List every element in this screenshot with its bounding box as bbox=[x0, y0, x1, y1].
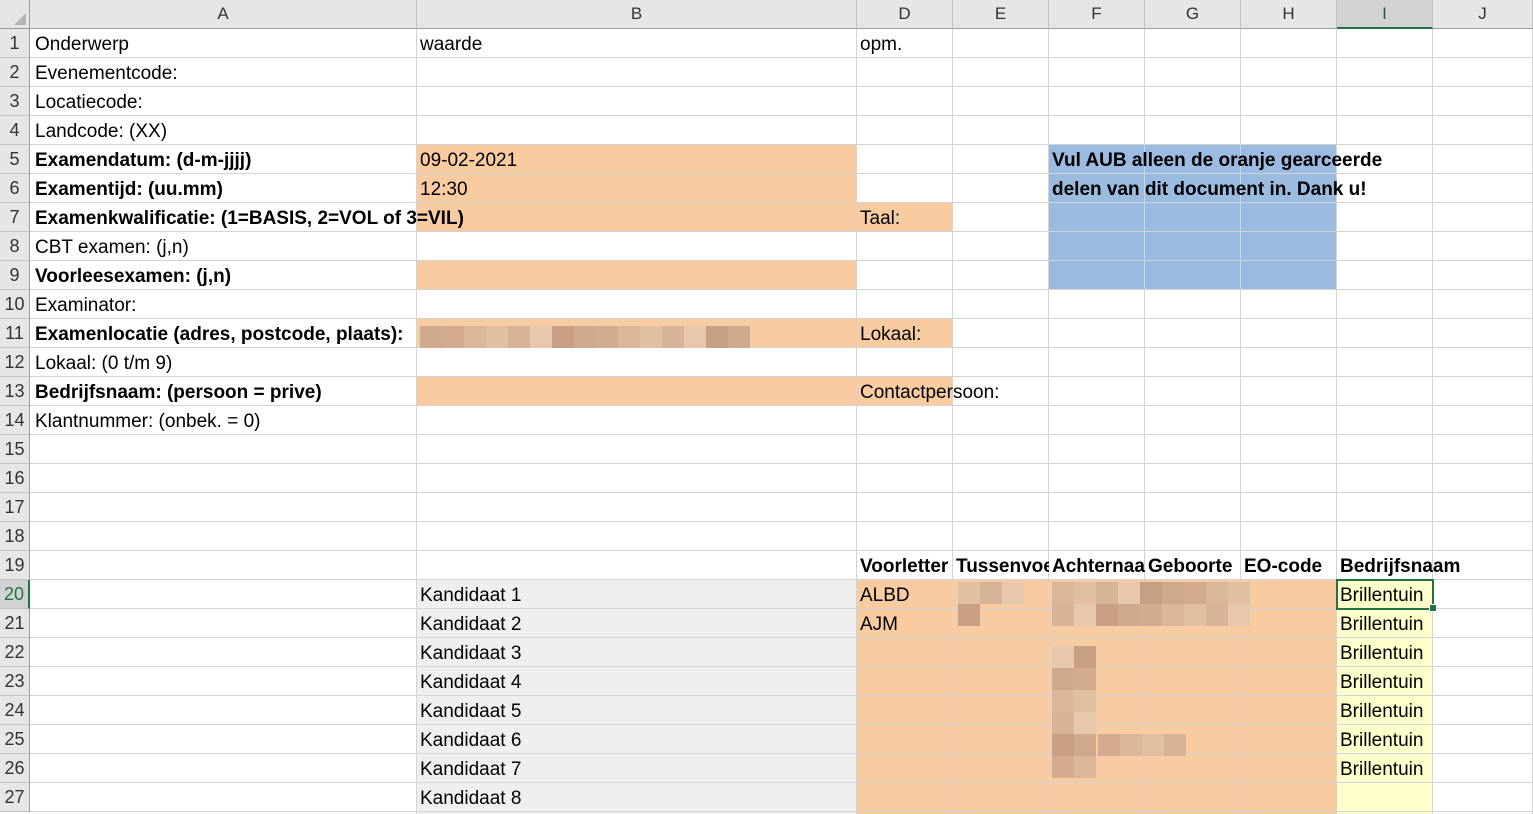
cell-b1[interactable]: waarde bbox=[416, 30, 482, 59]
row-header-10[interactable]: 10 bbox=[0, 290, 30, 319]
candidate-company[interactable]: Brillentuin bbox=[1336, 726, 1433, 755]
row-header-25[interactable]: 25 bbox=[0, 725, 30, 754]
row-header-15[interactable]: 15 bbox=[0, 435, 30, 464]
header-achternaam[interactable]: Achternaa bbox=[1048, 552, 1145, 581]
column-header-f[interactable]: F bbox=[1049, 0, 1145, 29]
cell-a7[interactable]: Examenkwalificatie: (1=BASIS, 2=VOL of 3… bbox=[31, 204, 464, 233]
row-header-6[interactable]: 6 bbox=[0, 174, 30, 203]
cell-a9[interactable]: Voorleesexamen: (j,n) bbox=[31, 262, 231, 291]
column-header-a[interactable]: A bbox=[30, 0, 417, 29]
row-header-21[interactable]: 21 bbox=[0, 609, 30, 638]
cell-a6[interactable]: Examentijd: (uu.mm) bbox=[31, 175, 223, 204]
select-all-corner[interactable] bbox=[0, 0, 30, 29]
note-line-2[interactable]: delen van dit document in. Dank u! bbox=[1048, 175, 1367, 204]
row-header-13[interactable]: 13 bbox=[0, 377, 30, 406]
column-header-j[interactable]: J bbox=[1433, 0, 1533, 29]
row-header-23[interactable]: 23 bbox=[0, 667, 30, 696]
candidate-company[interactable]: Brillentuin bbox=[1336, 610, 1433, 639]
cell-a2[interactable]: Evenementcode: bbox=[31, 59, 178, 88]
header-tussenvoegsel[interactable]: Tussenvoe bbox=[952, 552, 1049, 581]
candidate-company[interactable]: Brillentuin bbox=[1336, 668, 1433, 697]
header-geboortedatum[interactable]: Geboorte bbox=[1144, 552, 1241, 581]
row-header-8[interactable]: 8 bbox=[0, 232, 30, 261]
header-bedrijfsnaam[interactable]: Bedrijfsnaam bbox=[1336, 552, 1460, 581]
column-header-e[interactable]: E bbox=[953, 0, 1049, 29]
cell-a8[interactable]: CBT examen: (j,n) bbox=[31, 233, 189, 262]
candidate-label[interactable]: Kandidaat 5 bbox=[416, 697, 521, 726]
cell-a13[interactable]: Bedrijfsnaam: (persoon = prive) bbox=[31, 378, 322, 407]
row-header-9[interactable]: 9 bbox=[0, 261, 30, 290]
candidate-company[interactable]: Brillentuin bbox=[1336, 639, 1433, 668]
column-header-i[interactable]: I bbox=[1337, 0, 1433, 29]
candidate-initials[interactable]: ALBD bbox=[856, 581, 910, 610]
row-header-1[interactable]: 1 bbox=[0, 29, 30, 58]
row-header-27[interactable]: 27 bbox=[0, 783, 30, 812]
candidate-label[interactable]: Kandidaat 1 bbox=[416, 581, 521, 610]
header-voorletter[interactable]: Voorletter bbox=[856, 552, 953, 581]
column-header-g[interactable]: G bbox=[1145, 0, 1241, 29]
cell-b6[interactable]: 12:30 bbox=[416, 175, 468, 204]
row-header-5[interactable]: 5 bbox=[0, 145, 30, 174]
cell-text-layer: Onderwerp waarde opm. Evenementcode: Loc… bbox=[0, 0, 1533, 814]
candidate-label[interactable]: Kandidaat 8 bbox=[416, 784, 521, 813]
row-header-2[interactable]: 2 bbox=[0, 58, 30, 87]
column-header-b[interactable]: B bbox=[417, 0, 857, 29]
header-eo-code[interactable]: EO-code bbox=[1240, 552, 1322, 581]
note-line-1[interactable]: Vul AUB alleen de oranje gearceerde bbox=[1048, 146, 1382, 175]
row-header-14[interactable]: 14 bbox=[0, 406, 30, 435]
active-cell-selection[interactable] bbox=[1336, 579, 1434, 610]
candidate-company[interactable]: Brillentuin bbox=[1336, 755, 1433, 784]
cell-a10[interactable]: Examinator: bbox=[31, 291, 136, 320]
candidate-label[interactable]: Kandidaat 2 bbox=[416, 610, 521, 639]
fill-handle[interactable] bbox=[1429, 604, 1437, 612]
cell-a3[interactable]: Locatiecode: bbox=[31, 88, 143, 117]
cell-a1[interactable]: Onderwerp bbox=[31, 30, 129, 59]
row-header-19[interactable]: 19 bbox=[0, 551, 30, 580]
candidate-label[interactable]: Kandidaat 4 bbox=[416, 668, 521, 697]
column-header-d[interactable]: D bbox=[857, 0, 953, 29]
row-header-17[interactable]: 17 bbox=[0, 493, 30, 522]
row-header-11[interactable]: 11 bbox=[0, 319, 30, 348]
candidate-company[interactable]: Brillentuin bbox=[1336, 697, 1433, 726]
row-header-18[interactable]: 18 bbox=[0, 522, 30, 551]
cell-d13[interactable]: Contactpersoon: bbox=[856, 378, 999, 407]
cell-a5[interactable]: Examendatum: (d-m-jjjj) bbox=[31, 146, 251, 175]
cell-a12[interactable]: Lokaal: (0 t/m 9) bbox=[31, 349, 172, 378]
row-header-26[interactable]: 26 bbox=[0, 754, 30, 783]
candidate-label[interactable]: Kandidaat 6 bbox=[416, 726, 521, 755]
spreadsheet: Onderwerp waarde opm. Evenementcode: Loc… bbox=[0, 0, 1533, 814]
cell-d7[interactable]: Taal: bbox=[856, 204, 900, 233]
select-all-triangle-icon bbox=[14, 13, 26, 25]
row-header-12[interactable]: 12 bbox=[0, 348, 30, 377]
row-header-20[interactable]: 20 bbox=[0, 580, 30, 609]
cell-a11[interactable]: Examenlocatie (adres, postcode, plaats): bbox=[31, 320, 404, 349]
cell-d11[interactable]: Lokaal: bbox=[856, 320, 921, 349]
candidate-label[interactable]: Kandidaat 7 bbox=[416, 755, 521, 784]
row-header-24[interactable]: 24 bbox=[0, 696, 30, 725]
column-header-h[interactable]: H bbox=[1241, 0, 1337, 29]
cell-d1[interactable]: opm. bbox=[856, 30, 902, 59]
cell-a14[interactable]: Klantnummer: (onbek. = 0) bbox=[31, 407, 260, 436]
row-header-16[interactable]: 16 bbox=[0, 464, 30, 493]
cell-a4[interactable]: Landcode: (XX) bbox=[31, 117, 167, 146]
candidate-label[interactable]: Kandidaat 3 bbox=[416, 639, 521, 668]
row-header-7[interactable]: 7 bbox=[0, 203, 30, 232]
row-header-22[interactable]: 22 bbox=[0, 638, 30, 667]
row-header-3[interactable]: 3 bbox=[0, 87, 30, 116]
row-header-4[interactable]: 4 bbox=[0, 116, 30, 145]
candidate-initials[interactable]: AJM bbox=[856, 610, 898, 639]
cell-b5[interactable]: 09-02-2021 bbox=[416, 146, 517, 175]
